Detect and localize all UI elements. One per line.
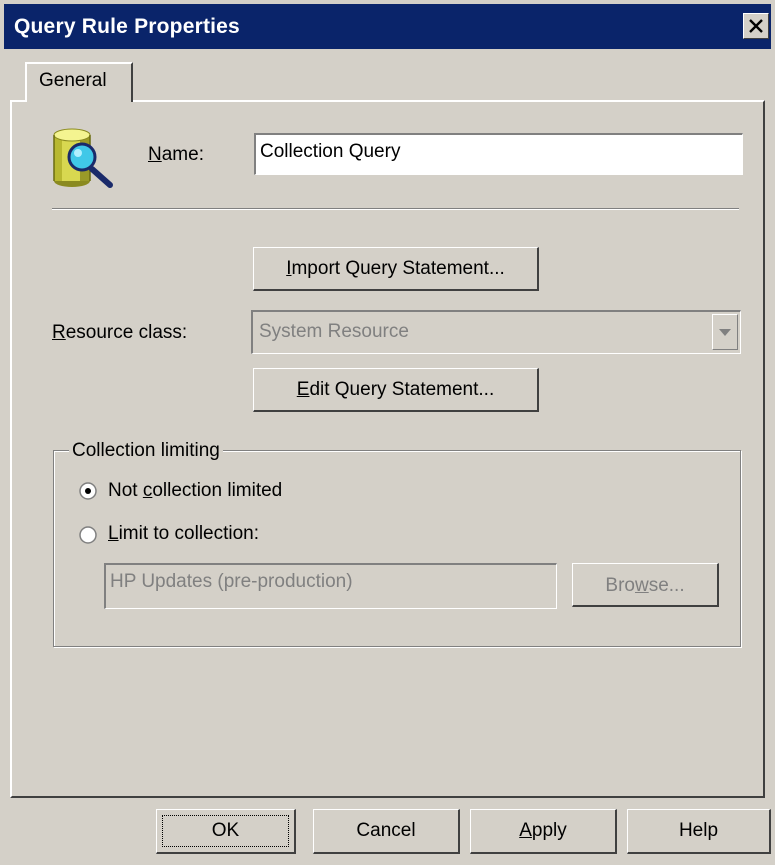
focus-rectangle (162, 815, 289, 847)
tab-general-label: General (39, 70, 107, 91)
resource-class-select[interactable]: System Resource (251, 310, 741, 354)
title-bar[interactable]: Query Rule Properties (4, 4, 771, 49)
close-button[interactable] (743, 13, 769, 39)
import-query-statement-button[interactable]: Import Query Statement... (253, 247, 539, 291)
ok-button[interactable]: OK (156, 809, 296, 854)
not-collection-limited-label[interactable]: Not collection limited (108, 480, 282, 502)
chevron-down-icon (719, 329, 731, 336)
edit-query-statement-button[interactable]: Edit Query Statement... (253, 368, 539, 412)
cancel-button[interactable]: Cancel (313, 809, 460, 854)
apply-button[interactable]: Apply (470, 809, 617, 854)
resource-class-label: Resource class: (52, 322, 188, 343)
tab-general[interactable]: General (25, 62, 133, 102)
name-input[interactable]: Collection Query (254, 133, 743, 175)
help-button[interactable]: Help (627, 809, 771, 854)
name-label: Name: (148, 144, 204, 165)
close-icon (749, 19, 763, 33)
separator-line (52, 208, 739, 210)
database-query-icon (53, 128, 113, 188)
resource-class-value: System Resource (259, 321, 409, 342)
collection-name-input[interactable]: HP Updates (pre-production) (104, 563, 557, 609)
resource-class-dropdown-button[interactable] (712, 314, 738, 350)
browse-button[interactable]: Browse... (572, 563, 719, 607)
collection-limiting-legend: Collection limiting (69, 440, 223, 462)
not-collection-limited-radio[interactable] (79, 482, 97, 500)
limit-to-collection-label[interactable]: Limit to collection: (108, 523, 259, 545)
limit-to-collection-radio[interactable] (79, 526, 97, 544)
window-title: Query Rule Properties (14, 15, 240, 38)
query-rule-properties-dialog: Query Rule Properties General Name: Coll… (0, 0, 775, 865)
